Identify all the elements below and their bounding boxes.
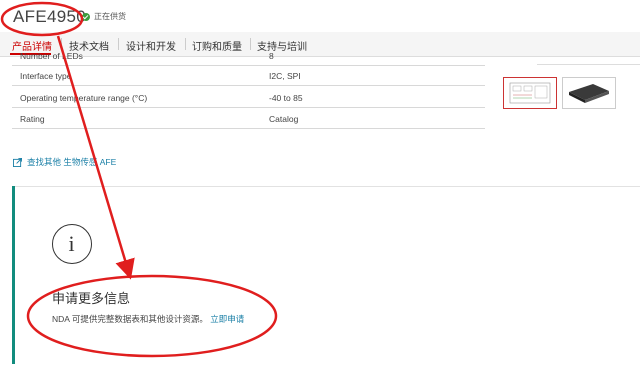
annotation-circle-request-info: [26, 274, 278, 358]
annotation-arrow: [56, 35, 135, 280]
annotation-overlay: [0, 1, 278, 358]
annotation-circle-part-number: [0, 1, 84, 37]
